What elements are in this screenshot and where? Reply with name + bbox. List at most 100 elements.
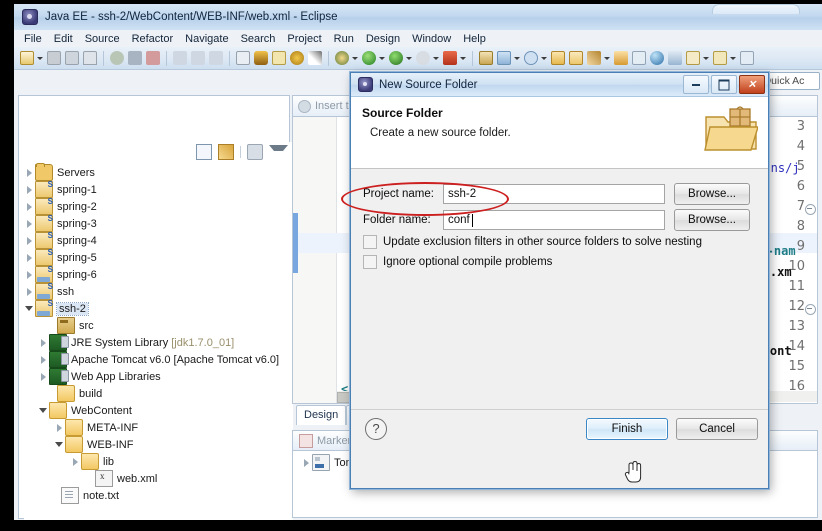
globe-icon[interactable]: [649, 50, 665, 66]
menu-item-file[interactable]: File: [18, 31, 48, 47]
view-menu-icon[interactable]: [247, 144, 263, 160]
ignore-optional-compile-problems-checkbox-row[interactable]: Ignore optional compile problems: [363, 255, 552, 269]
profile-dropdown-icon[interactable]: [433, 50, 440, 66]
tree-row-ssh-2[interactable]: ssh-2: [24, 299, 293, 317]
tree-row[interactable]: note.txt: [24, 487, 293, 504]
menu-item-window[interactable]: Window: [406, 31, 457, 47]
tree-row[interactable]: Servers: [24, 163, 293, 181]
new-java-class-icon[interactable]: [478, 50, 494, 66]
tree-row[interactable]: spring-3: [24, 214, 293, 232]
link-with-editor-icon[interactable]: [218, 144, 234, 160]
folder-name-input[interactable]: conf: [443, 210, 665, 230]
coverage-icon[interactable]: [442, 50, 458, 66]
expand-arrow-icon[interactable]: [24, 215, 35, 232]
last-edit-icon[interactable]: [739, 50, 755, 66]
search-dropdown-icon[interactable]: [541, 50, 548, 66]
expand-arrow-icon[interactable]: [24, 198, 35, 215]
view-dropdown-icon[interactable]: [269, 144, 288, 160]
save-all-icon[interactable]: [64, 50, 80, 66]
expand-arrow-icon[interactable]: [24, 249, 35, 266]
project-browse-button[interactable]: Browse...: [674, 183, 750, 205]
collapse-arrow-icon[interactable]: [54, 436, 65, 453]
help-button[interactable]: ?: [365, 418, 387, 440]
update-exclusion-filters-checkbox-row[interactable]: Update exclusion filters in other source…: [363, 235, 702, 249]
cancel-button[interactable]: Cancel: [676, 418, 758, 440]
menu-item-edit[interactable]: Edit: [48, 31, 79, 47]
save-icon[interactable]: [46, 50, 62, 66]
step-return-icon[interactable]: [208, 50, 224, 66]
pencil-icon[interactable]: [307, 50, 323, 66]
tree-row[interactable]: Apache Tomcat v6.0 [Apache Tomcat v6.0]: [24, 351, 293, 368]
new-package-dropdown-icon[interactable]: [514, 50, 521, 66]
ignore-optional-compile-problems-checkbox[interactable]: [363, 255, 377, 269]
tree-row[interactable]: META-INF: [24, 419, 293, 436]
collapse-arrow-icon[interactable]: [24, 300, 35, 317]
menu-item-source[interactable]: Source: [79, 31, 126, 47]
external-tools-icon[interactable]: [613, 50, 629, 66]
menu-item-refactor[interactable]: Refactor: [126, 31, 180, 47]
collapse-arrow-icon[interactable]: [38, 402, 49, 419]
run-icon[interactable]: [361, 50, 377, 66]
menu-item-search[interactable]: Search: [235, 31, 282, 47]
breakpoint-icon[interactable]: [289, 50, 305, 66]
new-package-icon[interactable]: [496, 50, 512, 66]
tab-design[interactable]: Design: [296, 404, 347, 425]
expand-arrow-icon[interactable]: [24, 181, 35, 198]
menu-item-run[interactable]: Run: [328, 31, 360, 47]
tree-row[interactable]: spring-5: [24, 248, 293, 266]
debug-run-dropdown-icon[interactable]: [352, 50, 359, 66]
team-icon[interactable]: [667, 50, 683, 66]
debug-run-icon[interactable]: [334, 50, 350, 66]
finish-button[interactable]: Finish: [586, 418, 668, 440]
menu-item-help[interactable]: Help: [457, 31, 492, 47]
expand-arrow-icon[interactable]: [70, 453, 81, 470]
minimize-button[interactable]: [683, 75, 709, 94]
expand-arrow-icon[interactable]: [24, 266, 35, 283]
editor-tab-web-xml[interactable]: Insert titl: [298, 99, 357, 113]
project-tree[interactable]: Servers spring-1 spring-2 spring-3 sprin…: [24, 162, 293, 520]
run-as-dropdown-icon[interactable]: [406, 50, 413, 66]
expand-arrow-icon[interactable]: [38, 368, 49, 385]
open-folder-icon[interactable]: [550, 50, 566, 66]
tree-row[interactable]: Web App Libraries: [24, 368, 293, 385]
print-icon[interactable]: [82, 50, 98, 66]
menu-item-project[interactable]: Project: [281, 31, 327, 47]
expand-arrow-icon[interactable]: [24, 232, 35, 249]
coverage-dropdown-icon[interactable]: [460, 50, 467, 66]
new-wizard-icon[interactable]: [19, 50, 35, 66]
tree-row[interactable]: WebContent: [24, 402, 293, 419]
tree-row[interactable]: WEB-INF: [24, 436, 293, 453]
expand-arrow-icon[interactable]: [38, 351, 49, 368]
folder-browse-button[interactable]: Browse...: [674, 209, 750, 231]
variables-icon[interactable]: [271, 50, 287, 66]
tree-row[interactable]: build: [24, 385, 293, 402]
tree-row[interactable]: spring-2: [24, 197, 293, 215]
search-icon[interactable]: [523, 50, 539, 66]
tree-row[interactable]: JRE System Library [jdk1.7.0_01]: [24, 334, 293, 351]
step-over-icon[interactable]: [172, 50, 188, 66]
close-button[interactable]: ✕: [739, 75, 765, 94]
expand-arrow-icon[interactable]: [38, 334, 49, 351]
project-name-input[interactable]: ssh-2: [443, 184, 665, 204]
fold-toggle-icon[interactable]: [805, 204, 816, 215]
tree-row[interactable]: web.xml: [24, 470, 293, 487]
maximize-button[interactable]: [711, 75, 737, 94]
next-annotation-dropdown-icon[interactable]: [730, 50, 737, 66]
fold-toggle-icon[interactable]: [805, 304, 816, 315]
collapse-all-icon[interactable]: [196, 144, 212, 160]
tree-row[interactable]: ssh: [24, 282, 293, 300]
expand-arrow-icon[interactable]: [54, 419, 65, 436]
link-icon[interactable]: [631, 50, 647, 66]
menu-item-design[interactable]: Design: [360, 31, 406, 47]
tree-row[interactable]: src: [24, 317, 293, 334]
console-icon[interactable]: [235, 50, 251, 66]
new-wizard-dropdown-icon[interactable]: [37, 50, 44, 66]
update-exclusion-filters-checkbox[interactable]: [363, 235, 377, 249]
resume-icon[interactable]: [109, 50, 125, 66]
expand-arrow-icon[interactable]: [24, 283, 35, 300]
run-as-icon[interactable]: [388, 50, 404, 66]
menu-item-navigate[interactable]: Navigate: [179, 31, 234, 47]
step-into-icon[interactable]: [190, 50, 206, 66]
annotation-dropdown-icon[interactable]: [703, 50, 710, 66]
profile-icon[interactable]: [415, 50, 431, 66]
